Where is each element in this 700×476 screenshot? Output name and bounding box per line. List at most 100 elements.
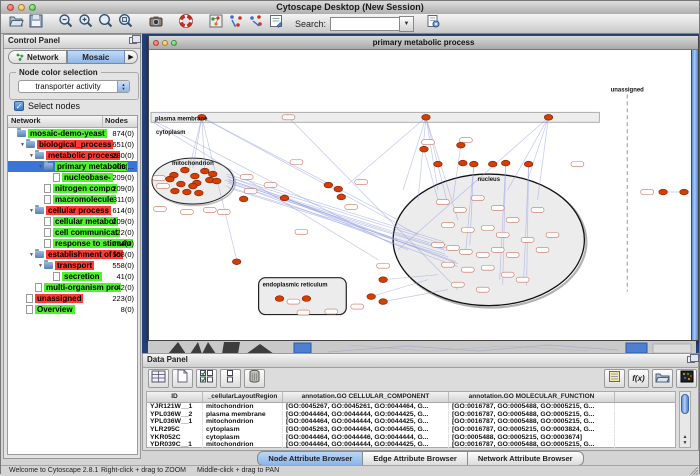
- tree-row[interactable]: response to stimulu264(0): [8, 238, 137, 249]
- tab-network-label: Network: [27, 53, 59, 62]
- tab-network-attribute-browser[interactable]: Network Attribute Browser: [468, 451, 584, 466]
- tree-row[interactable]: nucleobase-209(0): [8, 172, 137, 183]
- select-attributes-button[interactable]: [196, 369, 217, 388]
- node-label: [459, 249, 472, 254]
- network-overview-button[interactable]: [207, 15, 225, 32]
- compartment-label: nucleus: [477, 177, 500, 183]
- attribute-browser-button[interactable]: [424, 15, 442, 32]
- search-dropdown-button[interactable]: ▼: [399, 16, 414, 32]
- node-label: [295, 229, 308, 234]
- expander-icon[interactable]: ▼: [37, 164, 44, 170]
- tree-row[interactable]: multi-organism pro42(0): [8, 282, 137, 293]
- network-canvas[interactable]: plasma membranecytoplasmmitochondrionnuc…: [149, 50, 691, 340]
- tree-row[interactable]: cellular metabol209(0): [8, 216, 137, 227]
- tree-row[interactable]: secretion41(0): [8, 271, 137, 282]
- expander-icon[interactable]: ▼: [28, 153, 35, 159]
- tree-column-nodes[interactable]: Nodes: [103, 116, 137, 127]
- node-label: [244, 189, 257, 194]
- table-vertical-scrollbar[interactable]: ▲▼: [679, 391, 691, 448]
- expander-icon[interactable]: ▼: [37, 263, 44, 269]
- tree-row[interactable]: ▼primary metabolic209(...: [8, 161, 137, 172]
- background-window-content: [148, 342, 696, 353]
- zoom-selected-button[interactable]: [97, 15, 115, 32]
- tab-node-attribute-browser[interactable]: Node Attribute Browser: [257, 451, 363, 466]
- zoom-fit-button[interactable]: [117, 15, 135, 32]
- expander-icon[interactable]: ▼: [28, 208, 35, 214]
- unselect-attributes-button[interactable]: [220, 369, 241, 388]
- tree-row[interactable]: mosaic-demo-yeast874(0): [8, 128, 137, 139]
- tree-row[interactable]: Overview 8(0): [8, 304, 137, 315]
- zoom-out-button[interactable]: [57, 15, 75, 32]
- tree-row[interactable]: ▼cellular process614(0): [8, 205, 137, 216]
- table-row[interactable]: YJR121W__1mitochondrion[GO:0045267, GO:0…: [147, 403, 675, 411]
- edge: [348, 117, 426, 184]
- column-header[interactable]: ID: [147, 392, 203, 402]
- network-graph[interactable]: plasma membranecytoplasmmitochondrionnuc…: [149, 50, 691, 340]
- tab-overflow-button[interactable]: ▶: [125, 50, 138, 64]
- tree-row[interactable]: ▼biological_process651(0): [8, 139, 137, 150]
- table-row[interactable]: YDR039C__1mitochondrion[GO:0044464, GO:0…: [147, 441, 675, 449]
- tree-row[interactable]: unassigned223(0): [8, 293, 137, 304]
- attribute-browser-tabs: Node Attribute BrowserEdge Attribute Bro…: [142, 451, 699, 465]
- attribute-table-button[interactable]: [148, 369, 169, 388]
- network-name: Overview: [35, 305, 75, 314]
- matrix-icon: [680, 370, 694, 388]
- tree-row[interactable]: macromolecule311(0): [8, 194, 137, 205]
- network-vertical-scrollbar[interactable]: [691, 50, 698, 340]
- camera-icon: [148, 13, 164, 34]
- node-count: 8(0): [121, 305, 134, 314]
- table-row[interactable]: YPL036W__2plasma membrane[GO:0044464, GO…: [147, 411, 675, 419]
- column-header[interactable]: annotation.GO MOLECULAR_FUNCTION: [449, 392, 615, 402]
- tab-edge-attribute-browser[interactable]: Edge Attribute Browser: [363, 451, 467, 466]
- tree-column-network[interactable]: Network: [8, 116, 103, 127]
- open-session-button[interactable]: [7, 15, 25, 32]
- help-button[interactable]: [177, 15, 195, 32]
- tree-row[interactable]: ▼transport558(0): [8, 260, 137, 271]
- graph-node: [195, 190, 204, 196]
- node-label: [217, 209, 230, 214]
- matrix-view-button[interactable]: [676, 369, 697, 388]
- expander-icon[interactable]: ▼: [28, 252, 35, 258]
- folder-icon: [35, 251, 44, 258]
- column-header[interactable]: _cellularLayoutRegion: [203, 392, 283, 402]
- node-label: [325, 309, 338, 314]
- annotation-button[interactable]: [267, 15, 285, 32]
- search-input[interactable]: [330, 17, 399, 31]
- tree-row[interactable]: cell communicat22(0): [8, 227, 137, 238]
- file-icon: [44, 228, 51, 237]
- save-session-button[interactable]: [27, 15, 45, 32]
- snapshot-button[interactable]: [147, 15, 165, 32]
- select-nodes-checkbox[interactable]: ✓: [14, 101, 24, 111]
- scrollbar-arrows[interactable]: ▲▼: [680, 434, 690, 446]
- function-builder-button[interactable]: f(x): [628, 369, 649, 388]
- tree-row[interactable]: nitrogen compo209(0): [8, 183, 137, 194]
- id-cell: YKR052C: [147, 434, 203, 441]
- color-attribute-dropdown[interactable]: transporter activity ▲▼: [18, 80, 130, 93]
- tree-row[interactable]: ▼metabolic process280(0): [8, 150, 137, 161]
- background-window-strip[interactable]: [148, 341, 696, 353]
- network-window-titlebar[interactable]: primary metabolic process: [149, 36, 698, 50]
- network-view-window[interactable]: primary metabolic process plasma membran…: [148, 35, 699, 341]
- table-row[interactable]: YKR052Ccytoplasm[GO:0044464, GO:0044446,…: [147, 433, 675, 441]
- tree-row[interactable]: ▼establishment of lo558(0): [8, 249, 137, 260]
- zoom-in-button[interactable]: [77, 15, 95, 32]
- apply-layout-alt-button[interactable]: [247, 15, 265, 32]
- node-label: [453, 207, 466, 212]
- tab-mosaic[interactable]: Mosaic: [67, 50, 126, 64]
- node-count: 874(0): [112, 129, 134, 138]
- delete-attribute-button[interactable]: [244, 369, 265, 388]
- table-row[interactable]: YLR295Ccytoplasm[GO:0045263, GO:0044464,…: [147, 426, 675, 434]
- column-header[interactable]: annotation.GO CELLULAR_COMPONENT: [283, 392, 449, 402]
- tab-network[interactable]: Network: [8, 50, 67, 64]
- table-row[interactable]: YPL036W__1mitochondrion[GO:0044464, GO:0…: [147, 418, 675, 426]
- float-panel-icon[interactable]: [687, 356, 695, 363]
- node-label: [536, 247, 549, 252]
- apply-layout-button[interactable]: [227, 15, 245, 32]
- graph-node: [379, 277, 388, 283]
- new-attribute-button[interactable]: [172, 369, 193, 388]
- float-panel-icon[interactable]: [129, 37, 137, 44]
- import-attributes-button[interactable]: [652, 369, 673, 388]
- attribute-editor-button[interactable]: [604, 369, 625, 388]
- scrollbar-thumb[interactable]: [681, 394, 689, 414]
- expander-icon[interactable]: ▼: [19, 142, 26, 148]
